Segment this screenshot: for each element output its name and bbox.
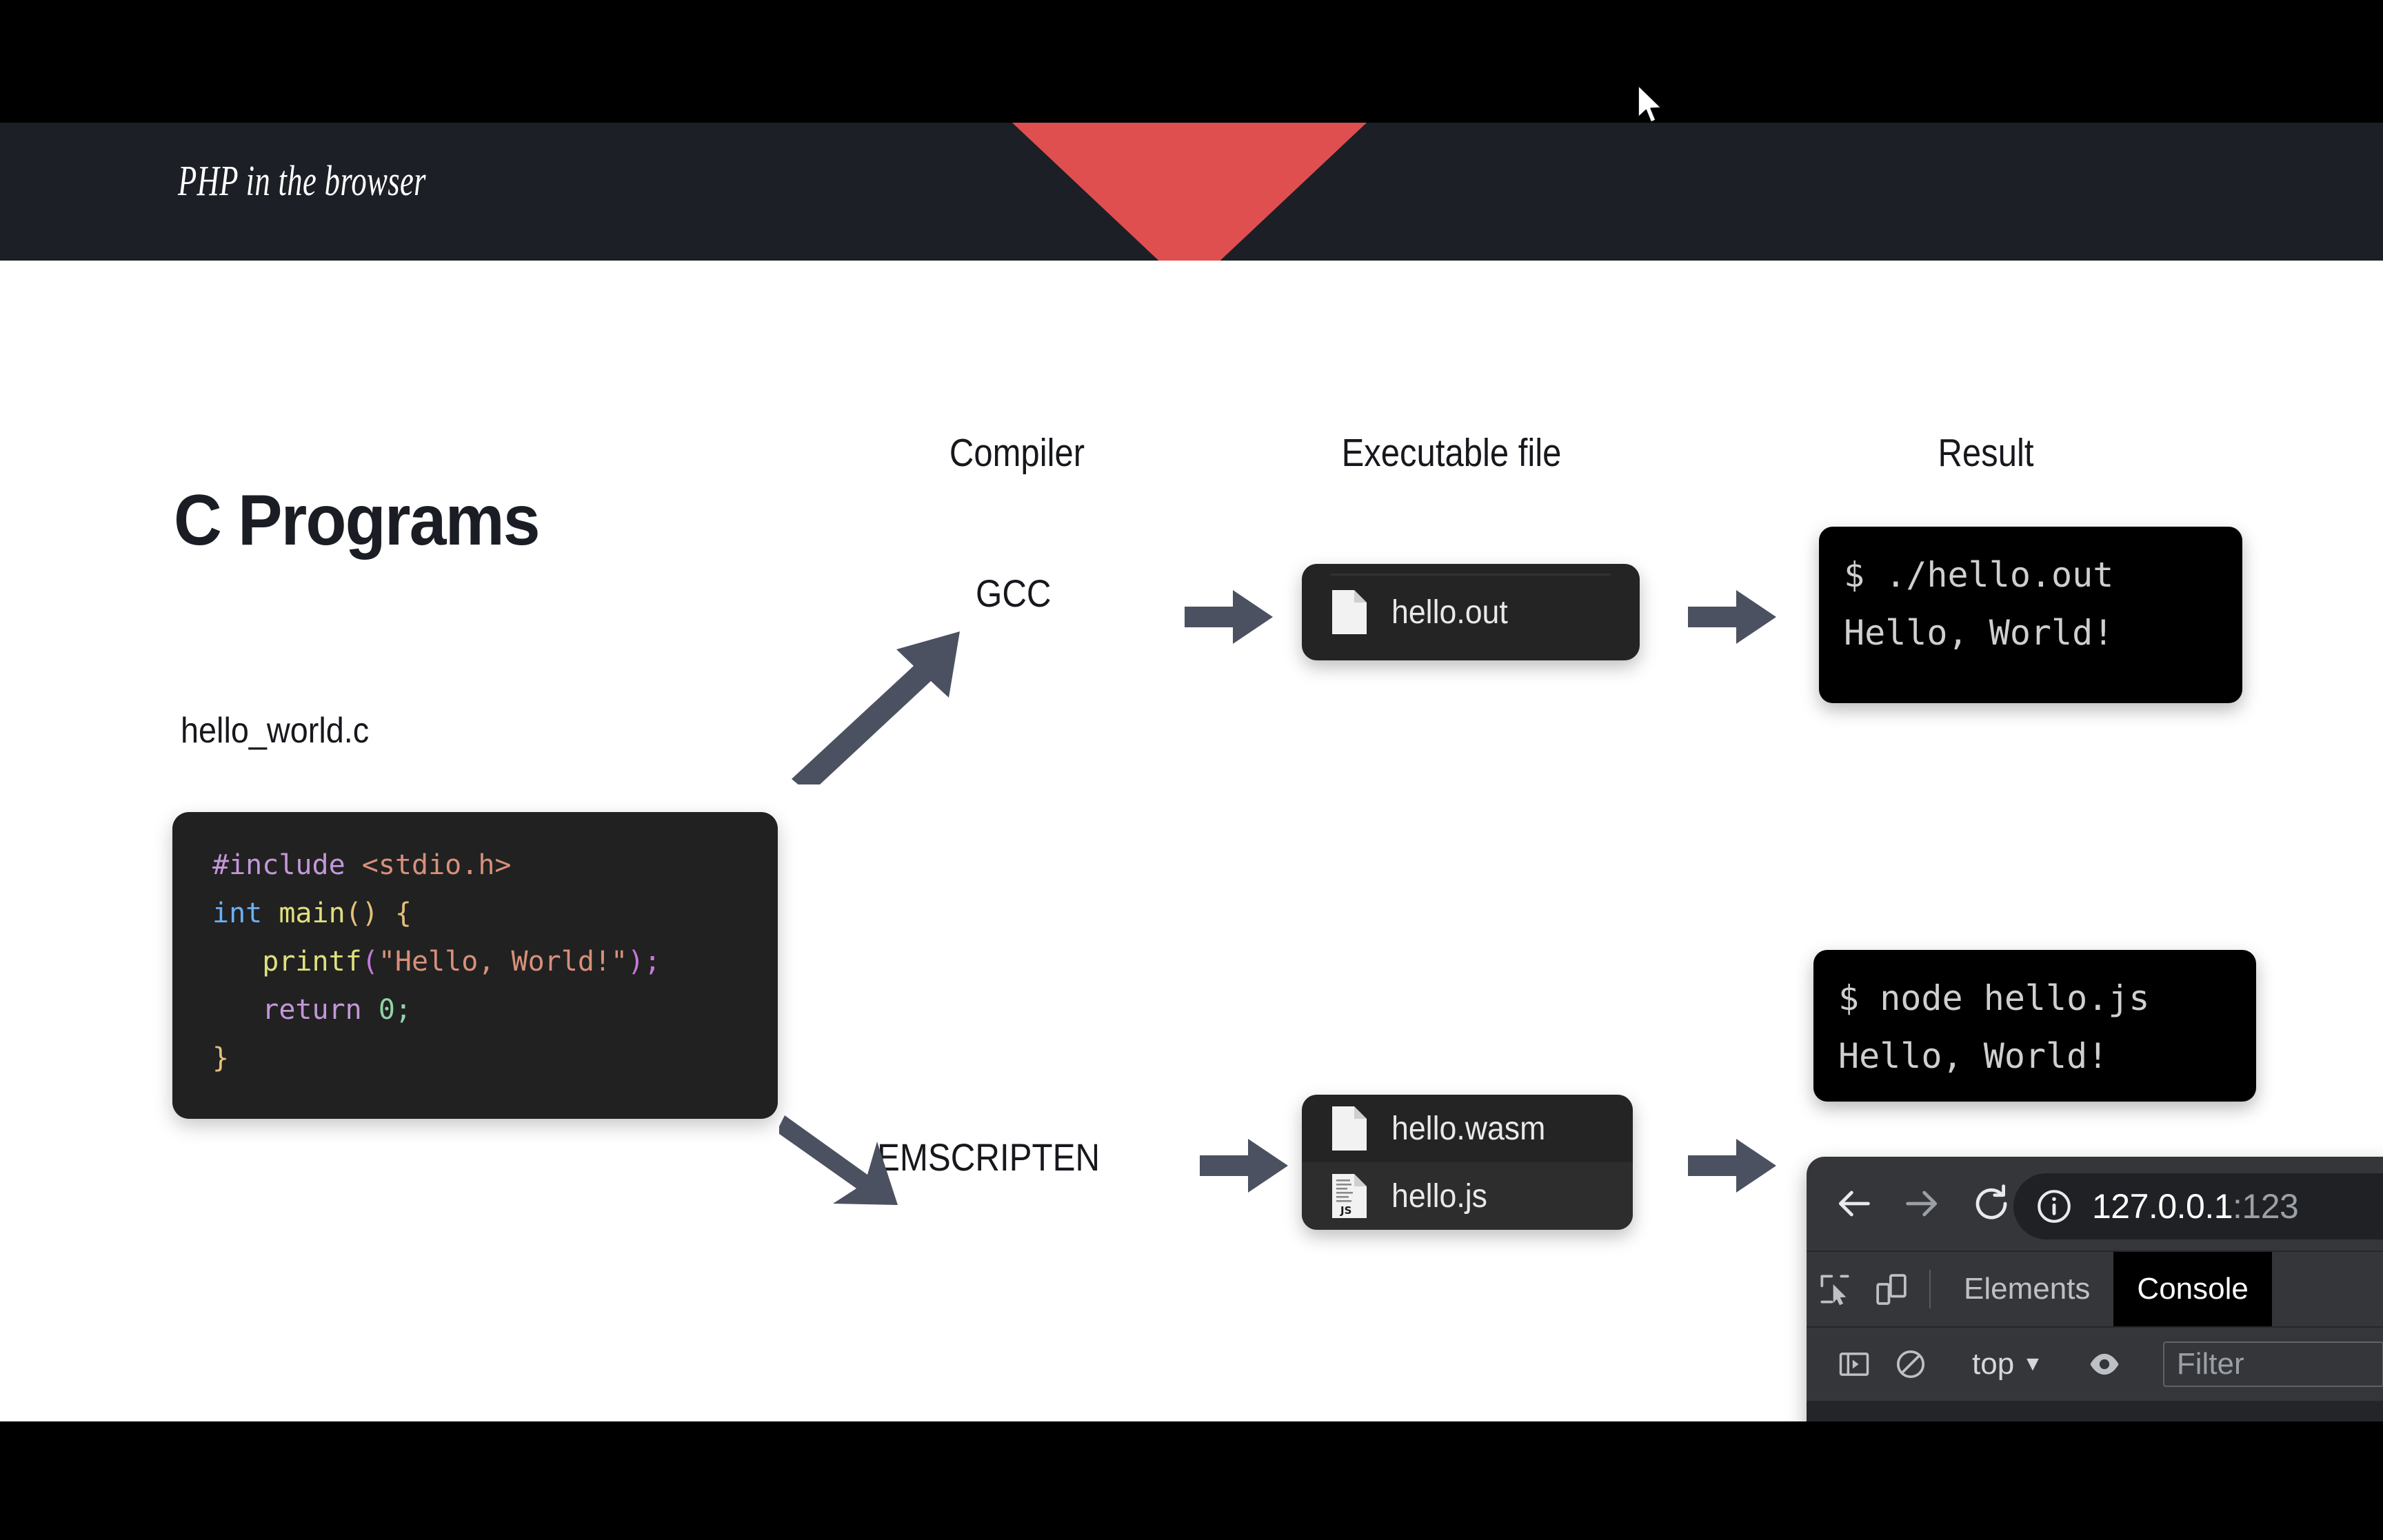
browser-window: 127.0.0.1:123 Elements Console top ▼ Fil… [1807,1157,2383,1421]
code-token-semicolon-2: ; [394,994,412,1026]
code-token-main: main [279,898,345,929]
svg-text:JS: JS [1340,1204,1351,1217]
file-icon [1332,590,1367,634]
presentation-slide: PHP in the browser Compiler Executable f… [0,123,2383,1421]
live-expression-icon [2090,1353,2119,1375]
red-triangle-decoration [1012,123,1367,261]
terminal-output-native: $ ./hello.out Hello, World! [1819,527,2242,703]
screen: PHP in the browser Compiler Executable f… [0,0,2383,1540]
console-log-message: Hello, World! [1807,1402,2383,1421]
slide-header-bar: PHP in the browser [0,123,2383,261]
device-toolbar-icon [1876,1274,1907,1305]
url-port: :123 [2233,1187,2299,1226]
url-host: 127.0.0.1 [2092,1187,2233,1226]
inspect-element-icon [1820,1275,1849,1306]
tab-console[interactable]: Console [2113,1252,2272,1326]
compiler-label-gcc: GCC [976,571,1052,615]
mouse-pointer-icon [1638,85,1662,123]
device-toolbar-button[interactable] [1863,1252,1920,1326]
code-token-printf: printf [262,946,362,977]
arrow-output-to-browser-icon [1688,1139,1776,1193]
column-header-executable-file: Executable file [1341,431,1562,475]
code-token-zero: 0 [378,994,395,1026]
file-row-hello-out[interactable]: hello.out [1302,564,1640,660]
console-context-selector[interactable]: top ▼ [1960,1347,2055,1381]
code-token-return: return [262,994,379,1026]
column-header-compiler: Compiler [949,431,1085,475]
source-filename-label: hello_world.c [181,711,370,751]
inspect-element-button[interactable] [1807,1252,1863,1326]
file-label: hello.out [1391,594,1508,631]
code-token-int: int [212,898,279,929]
code-token-open-brace: { [378,898,412,929]
code-token-header: <stdio.h> [361,849,512,881]
card-divider [1331,574,1611,576]
console-sidebar-button[interactable] [1826,1346,1882,1382]
clear-console-icon [1896,1350,1925,1379]
arrow-emscripten-to-output-icon [1200,1139,1288,1193]
url-bar[interactable]: 127.0.0.1:123 [2013,1173,2383,1239]
code-token-include: #include [212,849,362,881]
forward-arrow-icon[interactable] [1900,1182,1944,1226]
chevron-down-icon: ▼ [2022,1352,2043,1375]
source-code-card: #include <stdio.h> int main() { printf("… [172,812,778,1119]
code-token-string: "Hello, World!" [378,946,628,977]
code-token-main-parens: () [345,898,379,929]
arrow-executable-to-result-icon [1688,590,1776,644]
info-circle-icon[interactable] [2034,1186,2074,1226]
code-token-printf-open: ( [361,946,379,977]
file-label: hello.js [1391,1177,1487,1215]
code-token-printf-close: ) [627,946,645,977]
arrow-code-to-emscripten-icon [779,1115,898,1205]
reload-icon[interactable] [1969,1182,2013,1226]
file-row-hello-wasm[interactable]: hello.wasm [1302,1095,1633,1162]
console-context-label: top [1972,1347,2015,1381]
slide-title: C Programs [174,480,541,560]
browser-toolbar: 127.0.0.1:123 [1807,1157,2383,1252]
live-expression-button[interactable] [2076,1346,2133,1382]
console-filter-input[interactable]: Filter [2162,1341,2383,1387]
artifact-card-wasm: hello.wasm JS hello.js [1302,1095,1633,1230]
toolbar-divider [1929,1270,1931,1308]
file-label: hello.wasm [1391,1110,1546,1147]
arrow-gcc-to-executable-icon [1185,590,1273,644]
console-body: Hello, World! ❯ [1807,1402,2383,1421]
js-file-icon: JS [1332,1174,1367,1218]
compiler-label-emscripten: EMSCRIPTEN [877,1135,1100,1179]
code-token-semicolon-1: ; [644,946,661,977]
code-token-close-brace: } [212,1042,230,1074]
file-icon [1332,1106,1367,1151]
clear-console-button[interactable] [1882,1346,1939,1382]
arrow-code-to-gcc-icon [792,631,960,784]
devtools-tab-bar: Elements Console [1807,1252,2383,1328]
file-row-hello-js[interactable]: JS hello.js [1302,1162,1633,1230]
artifact-card-native: hello.out [1302,564,1640,660]
back-arrow-icon[interactable] [1831,1182,1876,1226]
code-indent-1 [212,946,262,977]
column-header-result: Result [1938,431,2034,475]
tab-elements[interactable]: Elements [1940,1252,2113,1326]
console-toolbar: top ▼ Filter [1807,1328,2383,1402]
slide-header-title: PHP in the browser [178,158,426,205]
url-text: 127.0.0.1:123 [2092,1186,2299,1226]
code-indent-2 [212,994,262,1026]
console-sidebar-icon [1839,1352,1869,1376]
terminal-output-node: $ node hello.js Hello, World! [1813,950,2256,1102]
